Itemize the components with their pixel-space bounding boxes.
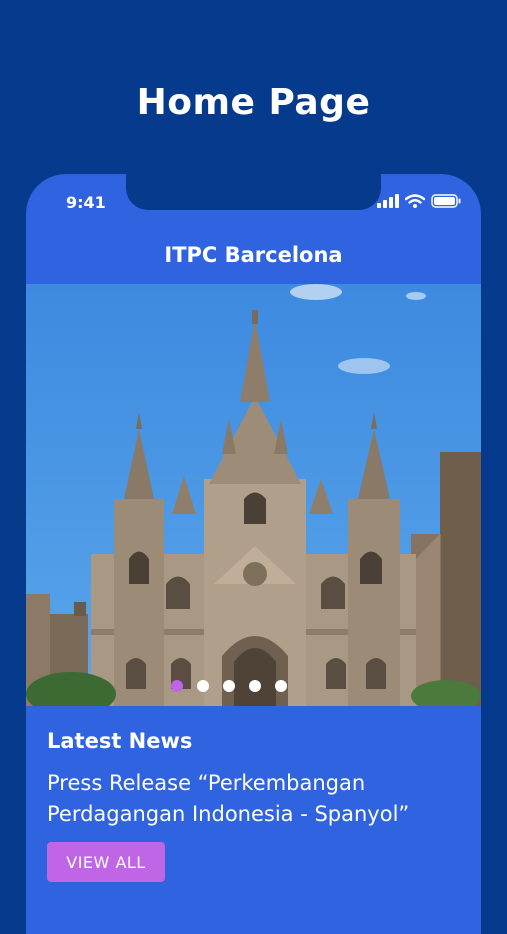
phone-notch [126,174,381,210]
carousel-indicator [26,680,481,692]
carousel-dot[interactable] [222,680,235,692]
phone-frame: 9:41 ITPC Barcelona Latest News Press Re… [26,174,481,934]
cathedral-image [26,284,481,706]
carousel-dot[interactable] [196,680,209,692]
page-heading: Home Page [136,82,371,123]
news-headline[interactable]: Press Release “Perkembangan Perdagangan … [47,768,467,830]
signal-icon [377,194,399,208]
status-icons [377,194,461,208]
carousel-dot[interactable] [170,680,183,692]
battery-icon [431,194,461,208]
image-carousel[interactable] [26,284,481,706]
latest-news-title: Latest News [47,729,193,753]
status-time: 9:41 [66,193,106,212]
app-title: ITPC Barcelona [164,243,343,267]
carousel-dot[interactable] [248,680,261,692]
wifi-icon [405,194,425,208]
carousel-dot[interactable] [274,680,287,692]
view-all-button[interactable]: VIEW ALL [47,842,165,882]
